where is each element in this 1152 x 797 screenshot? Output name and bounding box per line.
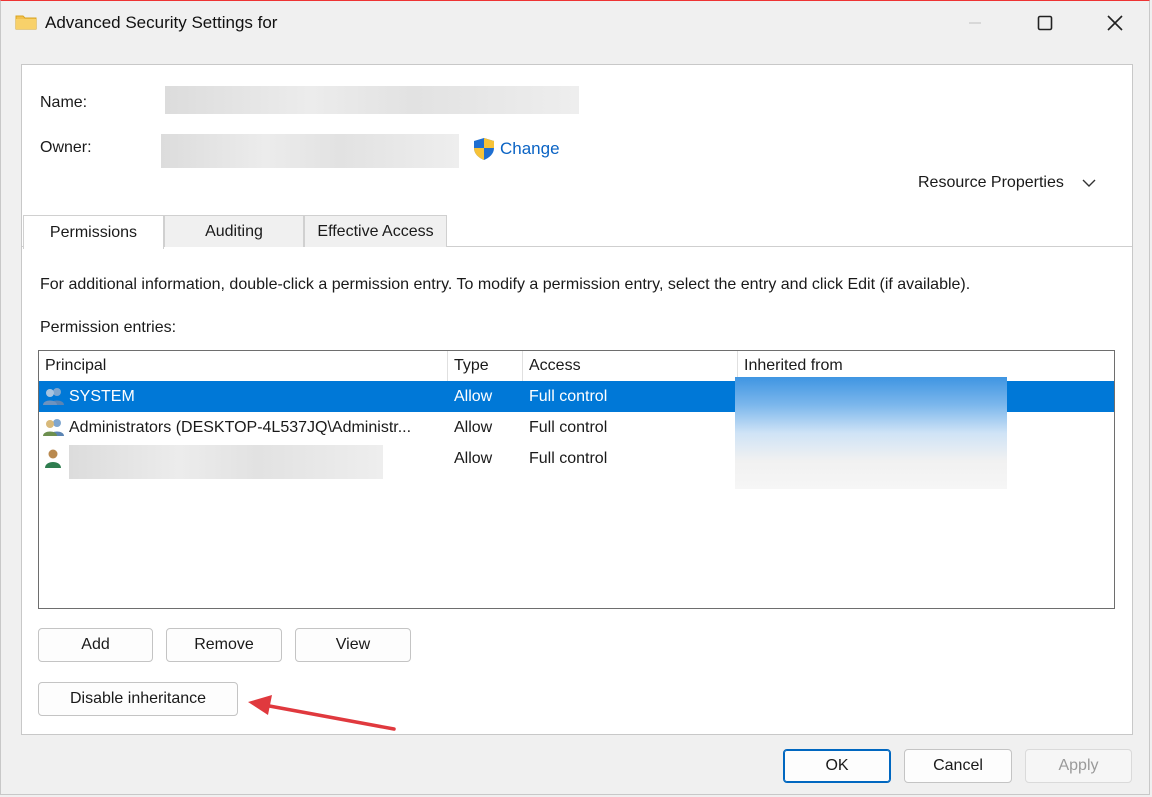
group-users-icon <box>43 419 64 436</box>
name-value-redacted <box>165 86 579 114</box>
access-cell: Full control <box>529 387 608 405</box>
disable-inheritance-button[interactable]: Disable inheritance <box>38 682 238 716</box>
principal-redacted <box>69 445 383 479</box>
close-icon <box>1107 15 1123 31</box>
advanced-security-settings-window: Advanced Security Settings for Name: Own… <box>0 0 1150 795</box>
minimize-icon <box>969 22 981 24</box>
tab-effective-access[interactable]: Effective Access <box>304 215 447 247</box>
cancel-button[interactable]: Cancel <box>904 749 1012 783</box>
user-icon <box>45 449 61 468</box>
permission-entries-list[interactable]: Principal Type Access Inherited from SYS… <box>38 350 1115 609</box>
permissions-info-text: For additional information, double-click… <box>40 276 971 293</box>
principal-cell: SYSTEM <box>69 387 135 405</box>
type-cell: Allow <box>454 387 493 405</box>
column-header-principal[interactable]: Principal <box>39 351 448 381</box>
group-users-icon <box>43 388 64 405</box>
title-bar[interactable]: Advanced Security Settings for <box>1 1 1151 45</box>
annotation-arrow-icon <box>248 695 396 731</box>
owner-value-redacted <box>161 134 459 168</box>
view-button[interactable]: View <box>295 628 411 662</box>
close-button[interactable] <box>1080 1 1150 45</box>
chevron-down-icon <box>1082 179 1096 187</box>
apply-button[interactable]: Apply <box>1025 749 1132 783</box>
content-panel: Name: Owner: Change Resource Properties … <box>21 64 1133 735</box>
minimize-button[interactable] <box>940 1 1010 45</box>
change-owner-link[interactable]: Change <box>472 137 560 161</box>
add-button[interactable]: Add <box>38 628 153 662</box>
tab-permissions[interactable]: Permissions <box>23 215 164 249</box>
remove-button[interactable]: Remove <box>166 628 282 662</box>
owner-label: Owner: <box>40 139 92 156</box>
access-cell: Full control <box>529 449 608 467</box>
name-label: Name: <box>40 94 88 111</box>
principal-cell: Administrators (DESKTOP-4L537JQ\Administ… <box>69 418 412 436</box>
tab-auditing[interactable]: Auditing <box>164 215 304 247</box>
principal-cell <box>69 443 70 474</box>
type-cell: Allow <box>454 449 493 467</box>
inherited-from-redacted <box>735 377 1007 489</box>
uac-shield-icon <box>474 138 494 160</box>
column-header-access[interactable]: Access <box>523 351 738 381</box>
folder-icon <box>15 15 37 30</box>
maximize-button[interactable] <box>1010 1 1080 45</box>
resource-properties-label: Resource Properties <box>918 174 1064 191</box>
access-cell: Full control <box>529 418 608 436</box>
column-header-type[interactable]: Type <box>448 351 523 381</box>
window-title: Advanced Security Settings for <box>45 13 278 32</box>
maximize-icon <box>1037 15 1053 31</box>
change-link-text: Change <box>500 139 560 158</box>
permission-entries-label: Permission entries: <box>40 319 177 336</box>
ok-button[interactable]: OK <box>783 749 891 783</box>
resource-properties-toggle[interactable]: Resource Properties <box>918 174 1096 192</box>
type-cell: Allow <box>454 418 493 436</box>
